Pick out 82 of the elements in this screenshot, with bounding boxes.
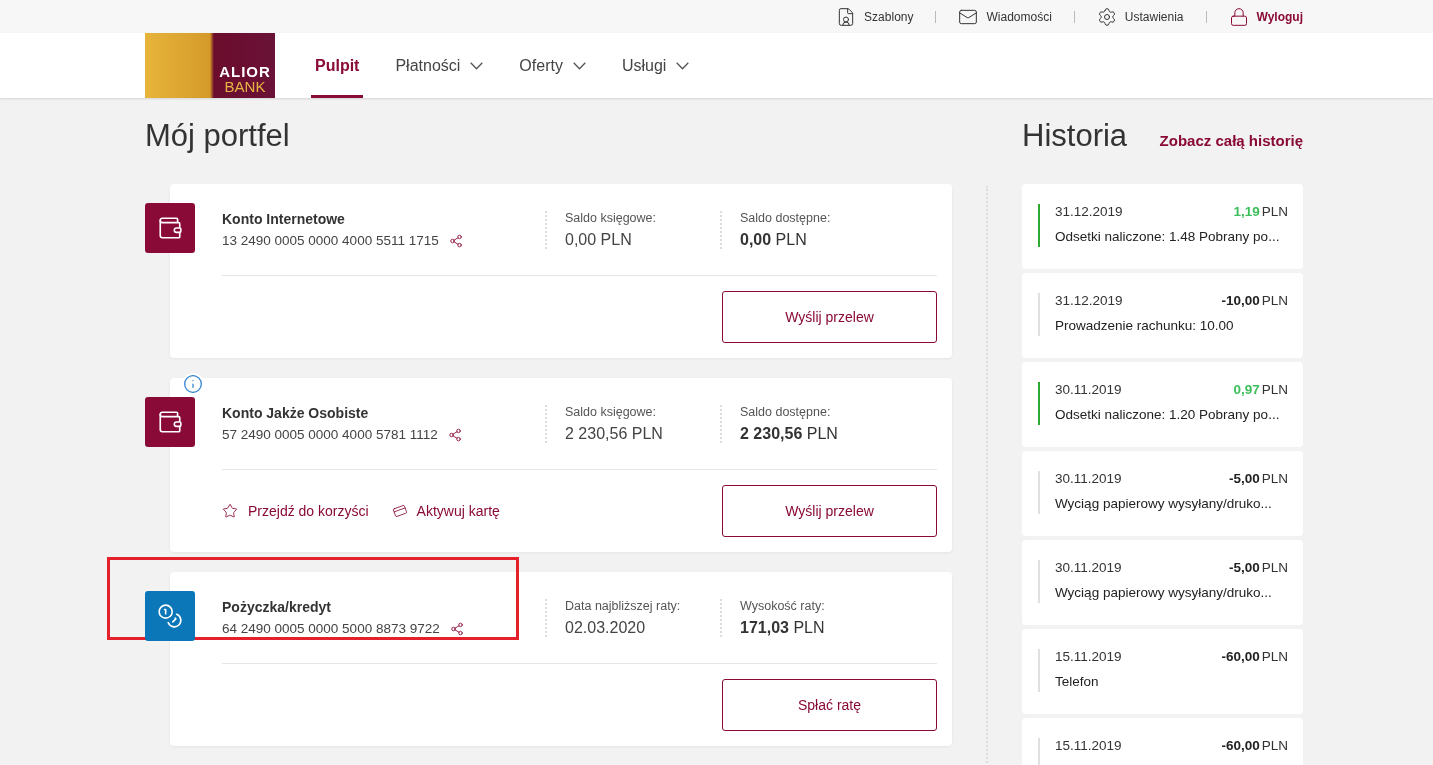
- share-icon[interactable]: [447, 427, 462, 442]
- history-amount: -60,00: [1221, 649, 1260, 664]
- card-icon: [390, 502, 409, 520]
- logo-text: ALIOR: [219, 64, 271, 79]
- share-icon[interactable]: [449, 621, 464, 636]
- wallet-icon: [157, 409, 183, 435]
- wallet-icon: [157, 215, 183, 241]
- history-description: Odsetki naliczone: 1.20 Pobrany po...: [1055, 407, 1281, 422]
- page-title: Mój portfel: [145, 118, 291, 155]
- history-card[interactable]: 15.11.2019 -60,00 PLN: [1022, 718, 1303, 765]
- card-link[interactable]: Aktywuj kartę: [392, 503, 500, 519]
- currency: PLN: [1261, 382, 1288, 397]
- history-link[interactable]: Zobacz całą historię: [1159, 132, 1303, 149]
- action-button[interactable]: Wyślij przelew: [722, 291, 937, 343]
- logout-link[interactable]: Wyloguj: [1228, 6, 1303, 27]
- field-value: 02.03.2020: [565, 618, 647, 637]
- field-label: Wysokość raty:: [740, 598, 826, 613]
- history-card[interactable]: 30.11.2019 -5,00 PLN Wyciąg papierowy wysyłany/druko...: [1022, 540, 1303, 625]
- account-number: 57 2490 0005 0000 4000 5781 1112: [222, 427, 438, 442]
- field-label: Saldo księgowe:: [565, 404, 658, 419]
- top-link[interactable]: Ustawienia: [1096, 6, 1184, 27]
- history-date: 30.11.2019: [1055, 382, 1122, 397]
- history-title: Historia: [1022, 118, 1128, 154]
- share-icon[interactable]: [448, 233, 463, 248]
- history-description: Wyciąg papierowy wysyłany/druko...: [1055, 585, 1273, 600]
- lock-icon: [1228, 6, 1249, 27]
- history-card[interactable]: 15.11.2019 -60,00 PLN Telefon: [1022, 629, 1303, 714]
- bank-logo[interactable]: ALIOR BANK: [145, 33, 275, 98]
- history-card[interactable]: 31.12.2019 -10,00 PLN Prowadzenie rachunku: 10.00: [1022, 273, 1303, 358]
- action-button[interactable]: Wyślij przelew: [722, 485, 937, 537]
- currency: PLN: [1261, 738, 1288, 753]
- coins-icon: [157, 603, 183, 629]
- nav-tab[interactable]: Pulpit: [311, 33, 364, 98]
- field-value: 0,00 PLN: [740, 230, 808, 249]
- field-value: 0,00 PLN: [565, 230, 633, 249]
- nav-tab[interactable]: Usługi: [617, 33, 694, 98]
- star-icon: [222, 503, 238, 519]
- account-name: Konto Internetowe: [222, 211, 346, 227]
- field-label: Saldo dostępne:: [740, 404, 832, 419]
- info-icon[interactable]: [182, 373, 204, 395]
- card-link[interactable]: Przejdź do korzyści: [222, 503, 369, 519]
- history-amount: -60,00: [1221, 738, 1260, 753]
- currency: PLN: [1261, 293, 1288, 308]
- history-amount: -5,00: [1228, 560, 1260, 575]
- history-date: 30.11.2019: [1055, 560, 1122, 575]
- field-label: Saldo dostępne:: [740, 210, 832, 225]
- account-name: Konto Jakże Osobiste: [222, 405, 370, 421]
- history-card[interactable]: 30.11.2019 0,97 PLN Odsetki naliczone: 1.20 Pobrany po...: [1022, 362, 1303, 447]
- history-description: Odsetki naliczone: 1.48 Pobrany po...: [1055, 229, 1281, 244]
- history-card[interactable]: 30.11.2019 -5,00 PLN Wyciąg papierowy wysyłany/druko...: [1022, 451, 1303, 536]
- history-date: 31.12.2019: [1055, 293, 1123, 308]
- account-name: Pożyczka/kredyt: [222, 599, 332, 615]
- history-card[interactable]: 31.12.2019 1,19 PLN Odsetki naliczone: 1.48 Pobrany po...: [1022, 184, 1303, 269]
- currency: PLN: [1261, 560, 1288, 575]
- currency: PLN: [1261, 649, 1288, 664]
- history-amount: -10,00: [1221, 293, 1260, 308]
- field-value: 2 230,56 PLN: [565, 424, 664, 443]
- nav-tab[interactable]: Płatności: [391, 33, 488, 98]
- currency: PLN: [1261, 204, 1288, 219]
- nav-tab[interactable]: Oferty: [515, 33, 590, 98]
- history-date: 15.11.2019: [1055, 738, 1122, 753]
- field-value: 171,03 PLN: [740, 618, 826, 637]
- history-amount: -5,00: [1228, 471, 1260, 486]
- top-link[interactable]: Szablony: [836, 6, 914, 27]
- currency: PLN: [1261, 471, 1288, 486]
- top-link[interactable]: Wiadomości: [958, 6, 1052, 27]
- field-value: 2 230,56 PLN: [740, 424, 839, 443]
- logo-text: BANK: [224, 79, 266, 94]
- history-amount: 1,19: [1233, 204, 1260, 219]
- field-label: Saldo księgowe:: [565, 210, 658, 225]
- history-description: Telefon: [1055, 674, 1100, 689]
- history-date: 30.11.2019: [1055, 471, 1122, 486]
- account-number: 64 2490 0005 0000 5000 8873 9722: [222, 621, 440, 636]
- history-date: 31.12.2019: [1055, 204, 1123, 219]
- history-date: 15.11.2019: [1055, 649, 1122, 664]
- history-description: Wyciąg papierowy wysyłany/druko...: [1055, 496, 1273, 511]
- account-number: 13 2490 0005 0000 4000 5511 1715: [222, 233, 439, 248]
- history-amount: 0,97: [1233, 382, 1260, 397]
- action-button[interactable]: Spłać ratę: [722, 679, 937, 731]
- settings-icon: [1096, 6, 1117, 27]
- history-description: Prowadzenie rachunku: 10.00: [1055, 318, 1235, 333]
- field-label: Data najbliższej raty:: [565, 598, 682, 613]
